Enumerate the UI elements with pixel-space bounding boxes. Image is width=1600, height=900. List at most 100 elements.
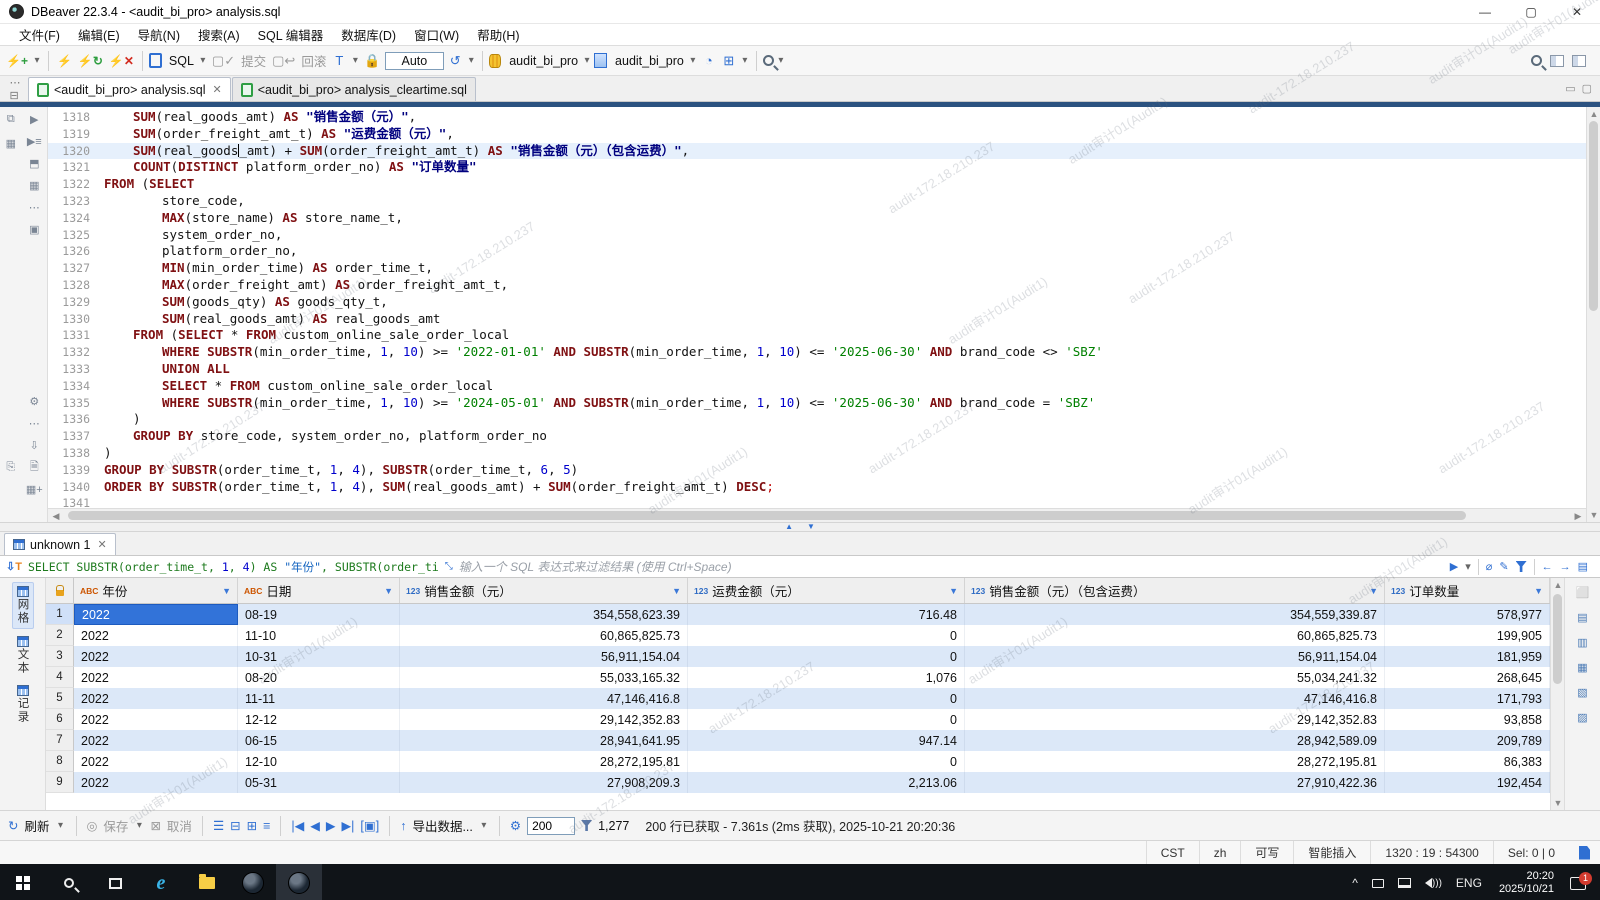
filter-expand-icon[interactable]: ⤡ xyxy=(445,561,453,572)
lock-icon[interactable]: 🔒 xyxy=(362,50,382,72)
schema-dropdown[interactable]: ▾ xyxy=(688,50,698,72)
code-line-1334[interactable]: 1334 SELECT * FROM custom_online_sale_ord… xyxy=(48,378,1586,395)
apply-filter-icon[interactable]: ▶ xyxy=(1450,560,1458,573)
editor-tab-close-icon[interactable]: ✕ xyxy=(213,83,222,96)
grid-cell[interactable]: 47,146,416.8 xyxy=(965,688,1385,709)
result-grid[interactable]: ABC 年份 ▼ ABC 日期 ▼ 123 销售金额（元） ▼ 123 运费金额（元） ▼ 123 销售金… xyxy=(46,578,1550,810)
last-page-icon[interactable]: ▶| xyxy=(342,818,355,833)
cancel-icon[interactable]: ⊠ xyxy=(150,818,160,833)
column-filter-icon[interactable]: ▼ xyxy=(222,586,231,596)
grid-cell[interactable]: 29,142,352.83 xyxy=(400,709,688,730)
notification-icon[interactable]: 1 xyxy=(1570,871,1592,890)
row-number[interactable]: 1 xyxy=(46,604,74,625)
column-header-3[interactable]: 123 运费金额（元） ▼ xyxy=(688,578,965,603)
layout-icon[interactable] xyxy=(1572,54,1586,67)
grid-cell[interactable]: 2022 xyxy=(74,772,238,793)
task-view-icon[interactable] xyxy=(92,864,138,900)
sql-editor-label[interactable]: SQL xyxy=(169,54,194,68)
taskbar-search-icon[interactable] xyxy=(46,864,92,900)
grid-cell[interactable]: 60,865,825.73 xyxy=(400,625,688,646)
grid-cell[interactable]: 56,911,154.04 xyxy=(965,646,1385,667)
code-line-1331[interactable]: 1331 FROM (SELECT * FROM custom_online_sa… xyxy=(48,327,1586,344)
code-line-1319[interactable]: 1319 SUM(order_freight_amt_t) AS "运费金额（元）… xyxy=(48,126,1586,143)
search-icon[interactable] xyxy=(1531,55,1542,66)
grid-cell[interactable]: 08-19 xyxy=(238,604,400,625)
filter-history-dropdown[interactable]: ▾ xyxy=(1465,560,1471,573)
record-view-icon[interactable]: ▥ xyxy=(1575,634,1591,650)
filter-forward-icon[interactable]: → xyxy=(1560,561,1571,573)
grid-cell[interactable]: 354,558,623.39 xyxy=(400,604,688,625)
maximize-results-icon[interactable]: ⬜ xyxy=(1575,584,1591,600)
edit-filter-icon[interactable]: ✎ xyxy=(1499,560,1508,573)
grid-cell[interactable]: 2022 xyxy=(74,688,238,709)
compare-icon[interactable]: ⊞ xyxy=(720,50,738,72)
hscroll-thumb[interactable] xyxy=(68,511,1466,520)
column-filter-icon[interactable]: ▼ xyxy=(1534,586,1543,596)
menu-item-2[interactable]: 导航(N) xyxy=(129,25,189,44)
close-button[interactable]: ✕ xyxy=(1554,0,1600,23)
table-row[interactable]: 3 2022 10-31 56,911,154.04 0 56,911,154.04 181… xyxy=(46,646,1550,667)
row-number[interactable]: 3 xyxy=(46,646,74,667)
grid-cell[interactable]: 181,959 xyxy=(1385,646,1550,667)
script-panel-icon[interactable]: ▣ xyxy=(26,221,42,237)
grid-cell[interactable]: 86,383 xyxy=(1385,751,1550,772)
fetch-all-icon[interactable]: [▣] xyxy=(360,818,379,833)
grid-cell[interactable]: 2022 xyxy=(74,667,238,688)
column-filter-icon[interactable]: ▼ xyxy=(949,586,958,596)
save-dropdown[interactable]: ▾ xyxy=(134,815,144,837)
fetch-size-input[interactable] xyxy=(527,816,576,835)
volume-icon[interactable]: ))) xyxy=(1418,864,1449,900)
export-data-button[interactable]: 导出数据... xyxy=(412,816,472,835)
grid-cell[interactable]: 0 xyxy=(688,646,965,667)
menu-item-6[interactable]: 窗口(W) xyxy=(405,25,468,44)
row-number[interactable]: 7 xyxy=(46,730,74,751)
grid-cell[interactable]: 47,146,416.8 xyxy=(400,688,688,709)
settings-gear-icon[interactable]: ⚙ xyxy=(26,393,42,409)
column-header-5[interactable]: 123 订单数量 ▼ xyxy=(1385,578,1550,603)
grid-cell[interactable]: 2022 xyxy=(74,730,238,751)
code-line-1332[interactable]: 1332 WHERE SUBSTR(min_order_time, 1, 10) … xyxy=(48,344,1586,361)
explain-plan-icon[interactable]: ⬒ xyxy=(26,155,42,171)
code-line-1325[interactable]: 1325 system_order_no, xyxy=(48,227,1586,244)
delete-row-icon[interactable]: ⊞ xyxy=(247,818,257,833)
rollback-icon[interactable]: ▢↩ xyxy=(270,50,297,72)
code-line-1328[interactable]: 1328 MAX(order_freight_amt) AS order_frei… xyxy=(48,277,1586,294)
refresh-dropdown[interactable]: ▾ xyxy=(56,815,66,837)
hscroll-right-arrow[interactable]: ▶ xyxy=(1570,509,1586,522)
results-scroll-thumb[interactable] xyxy=(1553,594,1562,684)
results-vertical-scrollbar[interactable]: ▲ ▼ xyxy=(1550,578,1564,810)
row-number[interactable]: 8 xyxy=(46,751,74,772)
table-row[interactable]: 2 2022 11-10 60,865,825.73 0 60,865,825.73 199… xyxy=(46,625,1550,646)
row-count-funnel-icon[interactable] xyxy=(581,820,593,831)
restore-panel-icon[interactable]: ⧉ xyxy=(3,111,19,127)
edit-row-icon[interactable]: ≡ xyxy=(263,819,270,833)
grid-cell[interactable]: 28,942,589.09 xyxy=(965,730,1385,751)
filter-back-icon[interactable]: ← xyxy=(1542,561,1553,573)
code-editor[interactable]: 1318 SUM(real_goods_amt) AS "销售金额（元）", 131… xyxy=(48,107,1586,522)
code-lines[interactable]: 1318 SUM(real_goods_amt) AS "销售金额（元）", 131… xyxy=(48,107,1586,508)
outline-icon[interactable]: ⎘ xyxy=(3,459,19,475)
column-filter-icon[interactable]: ▼ xyxy=(1369,586,1378,596)
row-number[interactable]: 9 xyxy=(46,772,74,793)
transaction-dropdown[interactable]: ▾ xyxy=(350,50,360,72)
hscroll-left-arrow[interactable]: ◀ xyxy=(48,509,64,522)
more-actions-icon[interactable]: ⋯ xyxy=(26,199,42,215)
presentation-tab-记录[interactable]: 记录 xyxy=(13,682,33,727)
table-row[interactable]: 9 2022 05-31 27,908,209.3 2,213.06 27,910,422… xyxy=(46,772,1550,793)
grid-cell[interactable]: 0 xyxy=(688,625,965,646)
new-file-icon[interactable]: 🗎 xyxy=(26,459,42,475)
save-label[interactable]: 保存 xyxy=(103,816,128,835)
app-icon-1[interactable] xyxy=(230,864,276,900)
column-header-0[interactable]: ABC 年份 ▼ xyxy=(74,578,238,603)
new-connection-dropdown[interactable]: ▾ xyxy=(32,50,42,72)
start-button[interactable] xyxy=(0,864,46,900)
database-selector[interactable]: audit_bi_pro xyxy=(509,54,578,68)
cancel-label[interactable]: 取消 xyxy=(167,816,192,835)
grid-cell[interactable]: 1,076 xyxy=(688,667,965,688)
menu-item-7[interactable]: 帮助(H) xyxy=(468,25,528,44)
transaction-icon[interactable]: T xyxy=(330,50,348,72)
code-line-1340[interactable]: 1340 ORDER BY SUBSTR(order_time_t, 1, 4),… xyxy=(48,479,1586,496)
results-tab-close-icon[interactable]: ✕ xyxy=(97,538,106,551)
new-connection-icon[interactable]: ⚡+ xyxy=(4,50,30,72)
grid-cell[interactable]: 2022 xyxy=(74,625,238,646)
